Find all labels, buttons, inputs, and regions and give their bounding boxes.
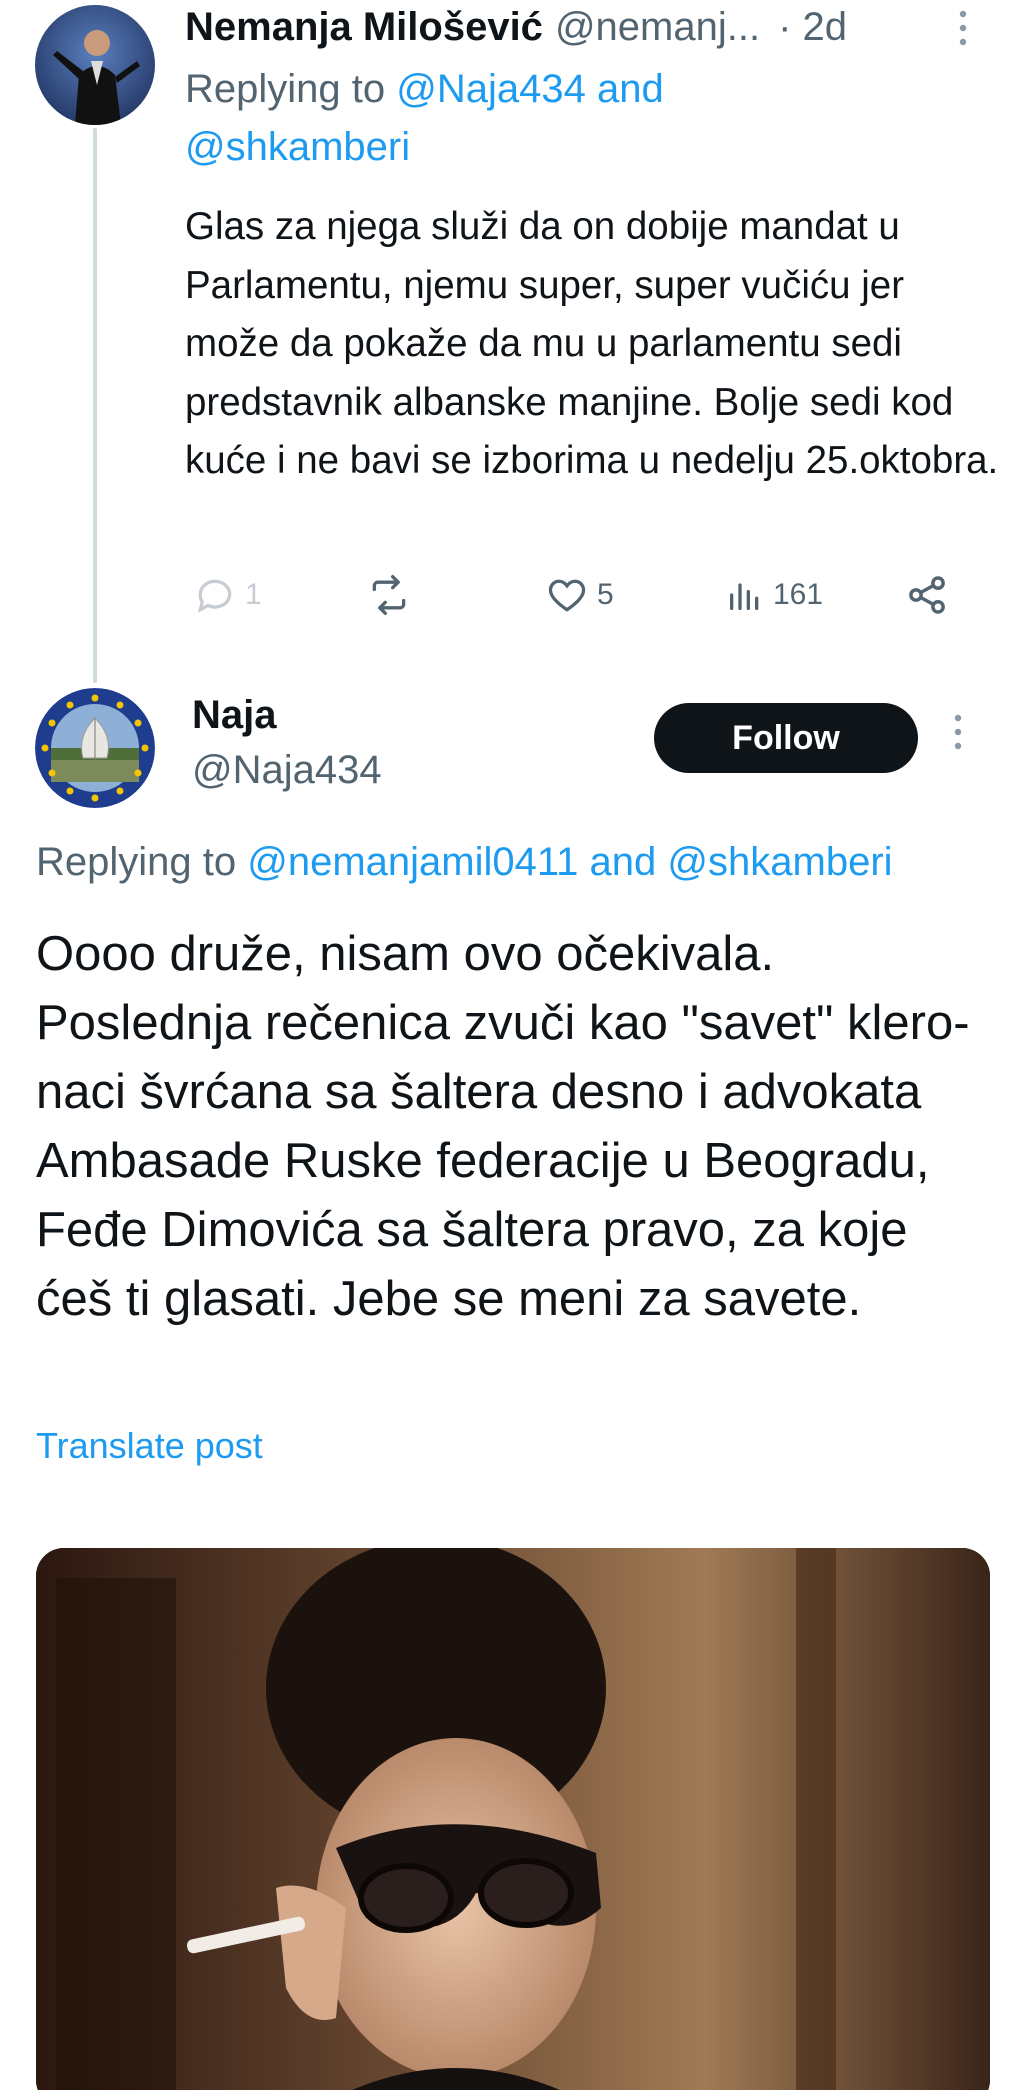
tweet-thread-page: Nemanja Milošević @nemanj... · 2d Replyi… (0, 0, 1024, 2090)
reply-tweet-text: Glas za njega služi da on dobije mandat … (185, 205, 999, 482)
views-icon (725, 573, 765, 617)
reply-author-handle[interactable]: @nemanj... (555, 5, 760, 50)
mention-link[interactable]: @shkamberi (185, 125, 410, 169)
repost-button[interactable] (365, 565, 413, 625)
more-options-icon[interactable] (950, 712, 966, 752)
replying-and: and (589, 840, 657, 884)
repost-icon (365, 573, 413, 617)
mention-link[interactable]: @Naja434 (396, 67, 586, 111)
reply-author-avatar[interactable] (35, 5, 155, 125)
share-button[interactable] (905, 565, 949, 625)
reply-button[interactable]: 1 (193, 565, 262, 625)
share-icon (905, 573, 949, 617)
follow-button[interactable]: Follow (654, 703, 918, 773)
tweet-media-gif[interactable] (36, 1548, 990, 2090)
heart-icon (545, 573, 589, 617)
reply-replying-to: Replying to @Naja434 and @shkamberi (185, 60, 745, 176)
reply-icon (193, 573, 237, 617)
reply-author-name[interactable]: Nemanja Milošević (185, 5, 543, 50)
reply-tweet-header: Nemanja Milošević @nemanj... · 2d (185, 0, 1000, 54)
reply-action-bar: 1 5 161 (185, 565, 975, 625)
main-author-name[interactable]: Naja (192, 693, 277, 738)
replying-prefix: Replying to (185, 67, 386, 111)
like-count: 5 (597, 578, 614, 611)
thread-connector-line (93, 128, 97, 683)
more-options-icon[interactable] (955, 8, 971, 48)
like-button[interactable]: 5 (545, 565, 614, 625)
translate-post-link[interactable]: Translate post (36, 1425, 263, 1467)
main-author-avatar[interactable] (35, 688, 155, 808)
replying-prefix: Replying to (36, 840, 237, 884)
replying-and: and (596, 67, 664, 111)
main-replying-to: Replying to @nemanjamil0411 and @shkambe… (36, 840, 893, 885)
views-button[interactable]: 161 (725, 565, 823, 625)
reply-tweet[interactable]: Nemanja Milošević @nemanj... · 2d Replyi… (185, 0, 1000, 615)
views-count: 161 (773, 578, 824, 611)
main-tweet-text: Oooo druže, nisam ovo očekivala. Posledn… (36, 927, 970, 1326)
main-author-handle[interactable]: @Naja434 (192, 748, 382, 793)
reply-timestamp[interactable]: · 2d (778, 5, 847, 50)
reply-count: 1 (245, 578, 262, 611)
mention-link[interactable]: @shkamberi (667, 840, 892, 884)
mention-link[interactable]: @nemanjamil0411 (247, 840, 578, 884)
